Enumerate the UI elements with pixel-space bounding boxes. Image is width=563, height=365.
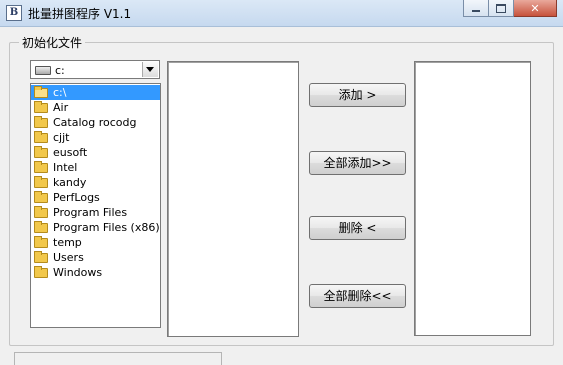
directory-list[interactable]: c:\ Air Catalog rocodg cjjt eusoft Intel kandy… (30, 83, 161, 328)
directory-item-label: Program Files (53, 206, 128, 219)
directory-item[interactable]: Catalog rocodg (34, 115, 138, 130)
directory-item-label: Intel (53, 161, 78, 174)
directory-item[interactable]: cjjt (34, 130, 70, 145)
folder-icon (34, 205, 48, 218)
selected-file-list[interactable] (414, 61, 531, 336)
close-icon: ✕ (530, 1, 540, 15)
folder-icon (34, 190, 48, 203)
add-all-button[interactable]: 全部添加>> (309, 151, 406, 175)
folder-icon (34, 265, 48, 278)
directory-item-label: eusoft (53, 146, 88, 159)
directory-item[interactable]: Users (34, 250, 85, 265)
folder-icon (34, 130, 48, 143)
remove-button[interactable]: 删除 < (309, 216, 406, 240)
status-bar (14, 352, 222, 365)
directory-item-label: cjjt (53, 131, 70, 144)
drive-icon (35, 66, 51, 75)
directory-item-label: Air (53, 101, 69, 114)
source-file-list[interactable] (167, 61, 299, 337)
directory-item-label: kandy (53, 176, 87, 189)
folder-icon (34, 235, 48, 248)
directory-item-label: Windows (53, 266, 103, 279)
folder-open-icon (34, 85, 48, 98)
remove-all-button[interactable]: 全部删除<< (309, 284, 406, 308)
add-button[interactable]: 添加 > (309, 83, 406, 107)
maximize-button[interactable] (489, 0, 514, 17)
directory-item-label: PerfLogs (53, 191, 100, 204)
directory-item[interactable]: Intel (34, 160, 78, 175)
directory-item-label: c:\ (52, 86, 68, 99)
directory-item[interactable]: PerfLogs (34, 190, 101, 205)
folder-icon (34, 160, 48, 173)
minimize-button[interactable] (463, 0, 489, 17)
chevron-down-icon[interactable] (142, 62, 158, 77)
folder-icon (34, 220, 48, 233)
groupbox-label: 初始化文件 (19, 34, 86, 51)
directory-item-label: Users (53, 251, 84, 264)
close-button[interactable]: ✕ (514, 0, 557, 17)
directory-item[interactable]: Program Files (34, 205, 128, 220)
folder-icon (34, 100, 48, 113)
maximize-icon (496, 3, 506, 13)
directory-item[interactable]: kandy (34, 175, 87, 190)
window-controls: ✕ (463, 0, 557, 18)
minimize-icon (472, 10, 480, 12)
directory-item-label: Catalog rocodg (53, 116, 137, 129)
directory-item[interactable]: Program Files (x86) (34, 220, 161, 235)
directory-item[interactable]: temp (34, 235, 83, 250)
directory-item-label: temp (53, 236, 82, 249)
folder-icon (34, 115, 48, 128)
directory-item[interactable]: Air (34, 100, 69, 115)
folder-icon (34, 250, 48, 263)
folder-icon (34, 145, 48, 158)
directory-item[interactable]: Windows (34, 265, 103, 280)
folder-icon (34, 175, 48, 188)
directory-item-label: Program Files (x86) (53, 221, 160, 234)
app-icon[interactable]: B (6, 5, 22, 21)
directory-item[interactable]: c:\ (31, 85, 160, 100)
drive-value: c: (55, 64, 65, 77)
directory-item[interactable]: eusoft (34, 145, 88, 160)
drive-select[interactable]: c: (30, 60, 160, 79)
window-title: 批量拼图程序 V1.1 (28, 7, 132, 21)
title-bar[interactable]: B 批量拼图程序 V1.1 ✕ (0, 0, 563, 27)
